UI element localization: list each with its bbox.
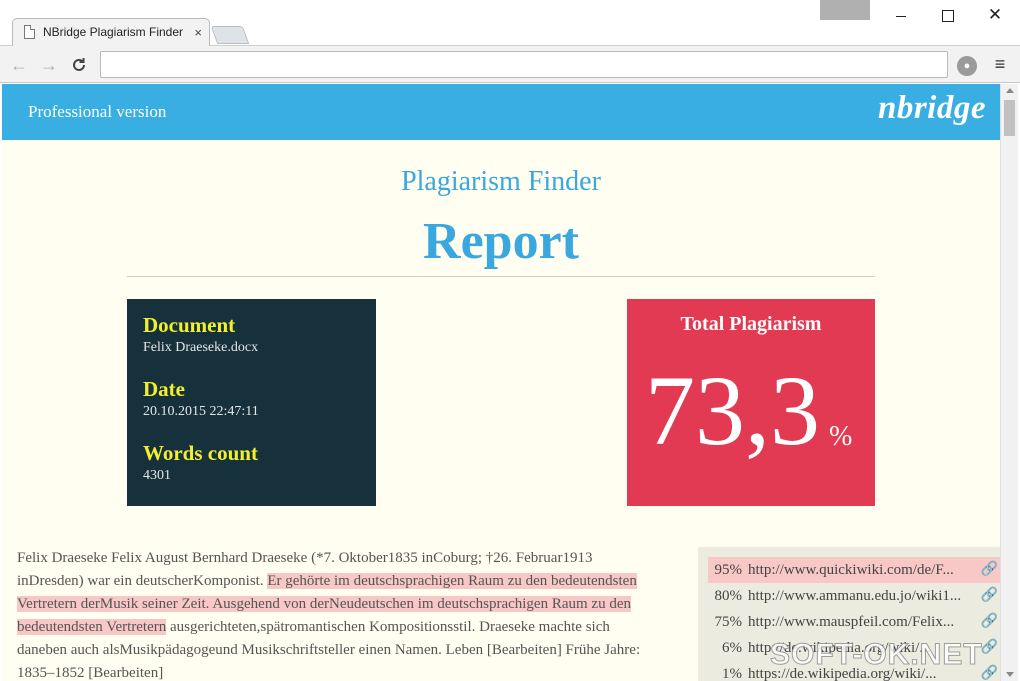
total-plagiarism-value: 73,3 (645, 355, 820, 466)
scroll-down-arrow-icon[interactable] (1006, 672, 1014, 677)
total-plagiarism-box: Total Plagiarism 73,3 % (627, 299, 875, 506)
title-divider (127, 276, 875, 277)
window-accent (820, 0, 870, 20)
browser-tab-content[interactable]: NBridge Plagiarism Finder × (12, 18, 210, 46)
document-icon (24, 25, 35, 39)
tab-title: NBridge Plagiarism Finder (42, 25, 184, 39)
report-title: Report (423, 213, 579, 270)
source-url[interactable]: http://www.quickiwiki.com/de/F... (748, 557, 978, 583)
extension-icon[interactable]: ● (957, 56, 977, 76)
new-tab-button[interactable] (210, 26, 250, 44)
report-subtitle: Plagiarism Finder (401, 166, 601, 197)
total-plagiarism-label: Total Plagiarism (680, 313, 822, 335)
link-icon[interactable]: 🔗 (981, 635, 998, 661)
source-percent: 80% (714, 588, 743, 604)
nbridge-logo: nbridge (877, 90, 986, 126)
document-value: Felix Draeseke.docx (143, 340, 259, 355)
browser-toolbar: ← → ● ≡ (0, 46, 1020, 83)
source-percent: 95% (714, 562, 743, 578)
page-header: Professional version nbridge (2, 84, 1000, 140)
date-label: Date (143, 377, 185, 401)
document-label: Document (143, 313, 236, 337)
source-row[interactable]: 75% http://www.mauspfeil.com/Felix... 🔗 (708, 609, 1000, 635)
words-count-value: 4301 (143, 468, 171, 483)
address-bar[interactable] (100, 51, 948, 78)
browser-titlebar: NBridge Plagiarism Finder × ✕ (0, 0, 1020, 46)
source-url[interactable]: http://www.ammanu.edu.jo/wiki1... (748, 583, 978, 609)
minimize-button[interactable] (886, 4, 916, 26)
total-plagiarism-unit: % (829, 421, 853, 452)
close-window-button[interactable]: ✕ (980, 4, 1010, 26)
page-viewport: Professional version nbridge Plagiarism … (2, 84, 1000, 681)
source-row[interactable]: 80% http://www.ammanu.edu.jo/wiki1... 🔗 (708, 583, 1000, 609)
vertical-scrollbar[interactable] (1000, 84, 1018, 681)
version-label: Professional version (28, 102, 167, 121)
link-icon[interactable]: 🔗 (981, 609, 998, 635)
source-url[interactable]: http://www.mauspfeil.com/Felix... (748, 609, 978, 635)
scroll-thumb[interactable] (1004, 100, 1015, 136)
reload-button[interactable] (68, 54, 90, 76)
forward-button[interactable]: → (38, 54, 60, 76)
back-button[interactable]: ← (8, 54, 30, 76)
link-icon[interactable]: 🔗 (981, 583, 998, 609)
source-percent: 6% (722, 640, 742, 656)
date-value: 20.10.2015 22:47:11 (143, 404, 259, 419)
watermark: SOFT-OK.NET (770, 638, 983, 672)
menu-icon[interactable]: ≡ (992, 55, 1008, 73)
source-percent: 75% (714, 614, 743, 630)
source-row[interactable]: 95% http://www.quickiwiki.com/de/F... 🔗 (708, 557, 1000, 583)
document-info-box: Document Felix Draeseke.docx Date 20.10.… (127, 299, 376, 506)
scroll-up-arrow-icon[interactable] (1006, 88, 1014, 93)
maximize-button[interactable] (932, 4, 962, 26)
source-percent: 1% (722, 666, 742, 681)
document-text: Felix Draeseke Felix August Bernhard Dra… (17, 547, 657, 681)
link-icon[interactable]: 🔗 (981, 557, 998, 583)
reload-icon (73, 58, 85, 71)
close-tab-icon[interactable]: × (194, 26, 202, 39)
words-count-label: Words count (143, 441, 258, 465)
link-icon[interactable]: 🔗 (981, 661, 998, 681)
